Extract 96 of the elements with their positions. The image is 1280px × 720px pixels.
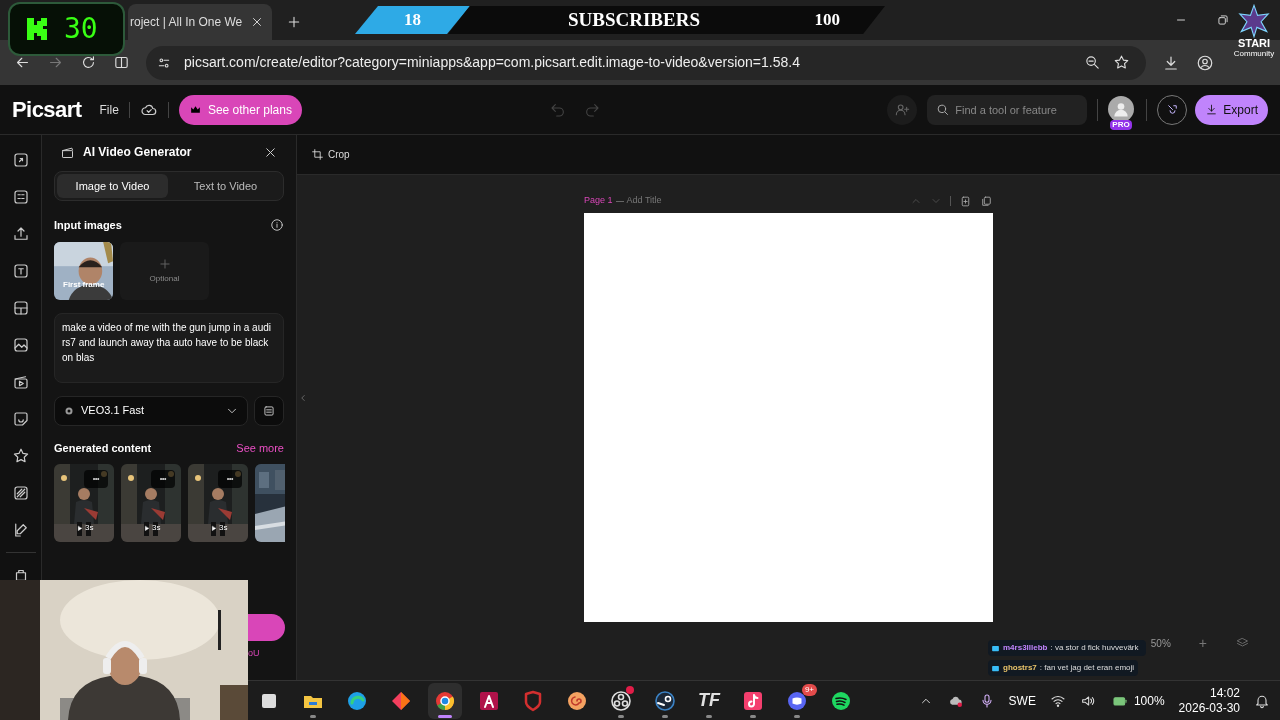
image-icon	[11, 336, 30, 354]
profile-icon	[1196, 53, 1214, 72]
resize-icon	[11, 151, 30, 169]
more-button[interactable]	[151, 470, 175, 488]
chat-username: ghostrs7	[1003, 662, 1037, 674]
text-icon	[11, 262, 30, 280]
section-heading: Generated content	[54, 440, 153, 456]
user-avatar[interactable]	[1108, 95, 1135, 122]
url-text: picsart.com/create/editor?category=miniapps&app=com.picsart.edit.image-to-video&version=1.58.4	[184, 53, 800, 72]
pattern-tool[interactable]	[11, 484, 30, 502]
export-button[interactable]: Export	[1195, 94, 1268, 125]
duration-label: 3s	[152, 522, 161, 534]
star-tool[interactable]	[11, 447, 30, 465]
video-tool[interactable]	[11, 373, 30, 391]
promo-button[interactable]	[247, 614, 285, 641]
templates-icon	[11, 188, 30, 206]
goal-label: SUBSCRIBERS	[568, 7, 701, 32]
model-dropdown[interactable]: VEO3.1 Fast	[54, 395, 248, 426]
settings-button[interactable]	[254, 395, 284, 426]
prompt-field[interactable]: make a video of me with the gun jump in a audi rs7 and launch away tha auto have to be black on blas	[54, 312, 284, 383]
chevron-left-icon	[298, 393, 308, 403]
taskbar-app[interactable]: 9+	[780, 682, 814, 719]
obs-app-icon	[609, 688, 633, 713]
address-bar[interactable]: picsart.com/create/editor?category=miniapps&app=com.picsart.edit.image-to-video&version=1.58.4	[146, 45, 1146, 80]
crop-icon	[311, 148, 324, 161]
pattern-icon	[11, 484, 30, 502]
app-logo[interactable]: Picsart	[12, 93, 82, 126]
sticker-icon	[11, 410, 30, 428]
add-page-icon	[959, 194, 972, 208]
see-more-link[interactable]: See more	[236, 439, 284, 456]
plus-icon	[157, 256, 172, 271]
promo-text: oU	[248, 647, 260, 660]
notification-badge: 9+	[801, 683, 817, 696]
optional-image-slot[interactable]: Optional	[120, 241, 209, 300]
resize-tool[interactable]	[11, 151, 30, 169]
clock-date: 2026-03-30	[1178, 700, 1240, 716]
collapse-handle[interactable]	[298, 393, 308, 403]
k-logo-icon	[26, 17, 48, 41]
duration-label: 3s	[85, 522, 94, 534]
upload-tool[interactable]	[11, 225, 30, 243]
clock-time: 14:02	[1209, 685, 1240, 701]
reload-icon	[80, 54, 97, 71]
info-icon	[270, 218, 284, 233]
sliders-icon	[262, 403, 276, 418]
section-heading: Input images	[54, 218, 123, 233]
page-title-field[interactable]: Add Title	[626, 194, 662, 208]
browser-tab[interactable]: roject | All In One We	[128, 4, 273, 40]
pro-badge: PRO	[1110, 119, 1132, 130]
chat-username: m4rs3lllebb	[1003, 642, 1048, 654]
crown-icon	[188, 103, 202, 116]
redo-icon	[583, 101, 600, 118]
sticker-tool[interactable]	[11, 410, 30, 428]
steam-app-icon	[653, 688, 677, 713]
panel-title: AI Video Generator	[83, 144, 193, 161]
mode-tab[interactable]: Image to Video	[57, 174, 168, 198]
page-label: Page 1	[584, 194, 613, 208]
upload-icon	[11, 225, 30, 243]
counter-value: 30	[64, 11, 98, 47]
more-button[interactable]	[84, 470, 108, 488]
file-menu[interactable]: File	[99, 100, 119, 119]
language-indicator[interactable]: SWE	[1008, 691, 1036, 710]
add-user-icon	[894, 101, 911, 118]
invite-button[interactable]	[887, 94, 918, 125]
battery-level: 100%	[1133, 692, 1165, 710]
duplicate-icon	[980, 194, 993, 208]
stari-logo-text: STARI	[1237, 38, 1271, 49]
taskbar-app[interactable]: TF	[692, 682, 726, 719]
restore-icon	[1216, 13, 1230, 27]
text-tool[interactable]	[11, 262, 30, 280]
image-tool[interactable]	[11, 336, 30, 354]
zoom-level: 50%	[1150, 637, 1171, 651]
goal-target: 100	[814, 9, 840, 32]
layout-tool[interactable]	[11, 299, 30, 317]
zoom-in-button[interactable]: +	[1198, 633, 1207, 654]
search-field[interactable]: Find a tool or feature	[927, 94, 1088, 125]
play-icon	[210, 524, 217, 532]
more-button[interactable]	[218, 470, 242, 488]
mode-tab[interactable]: Text to Video	[170, 174, 281, 198]
play-icon	[76, 524, 83, 532]
duration-label: 3s	[219, 522, 228, 534]
crop-button[interactable]: Crop	[311, 147, 350, 162]
play-icon	[143, 524, 150, 532]
star-icon	[11, 447, 30, 465]
layout-icon	[11, 299, 30, 317]
chat-text: : va stor d fick huvvevärk	[1050, 642, 1139, 654]
stari-logo-subtext: Community	[1233, 49, 1275, 58]
video-icon	[11, 373, 30, 391]
see-plans-button[interactable]: See other plans	[178, 94, 302, 125]
zoom-icon	[1084, 54, 1101, 71]
undo-icon	[549, 101, 566, 118]
export-icon	[1205, 103, 1219, 116]
templates-tool[interactable]	[11, 188, 30, 206]
chat-text: : fan vet jag det eran emoji	[1039, 662, 1135, 674]
split-view-icon	[113, 54, 130, 71]
star-icon	[1113, 54, 1130, 71]
taskbar-app[interactable]	[428, 682, 462, 719]
